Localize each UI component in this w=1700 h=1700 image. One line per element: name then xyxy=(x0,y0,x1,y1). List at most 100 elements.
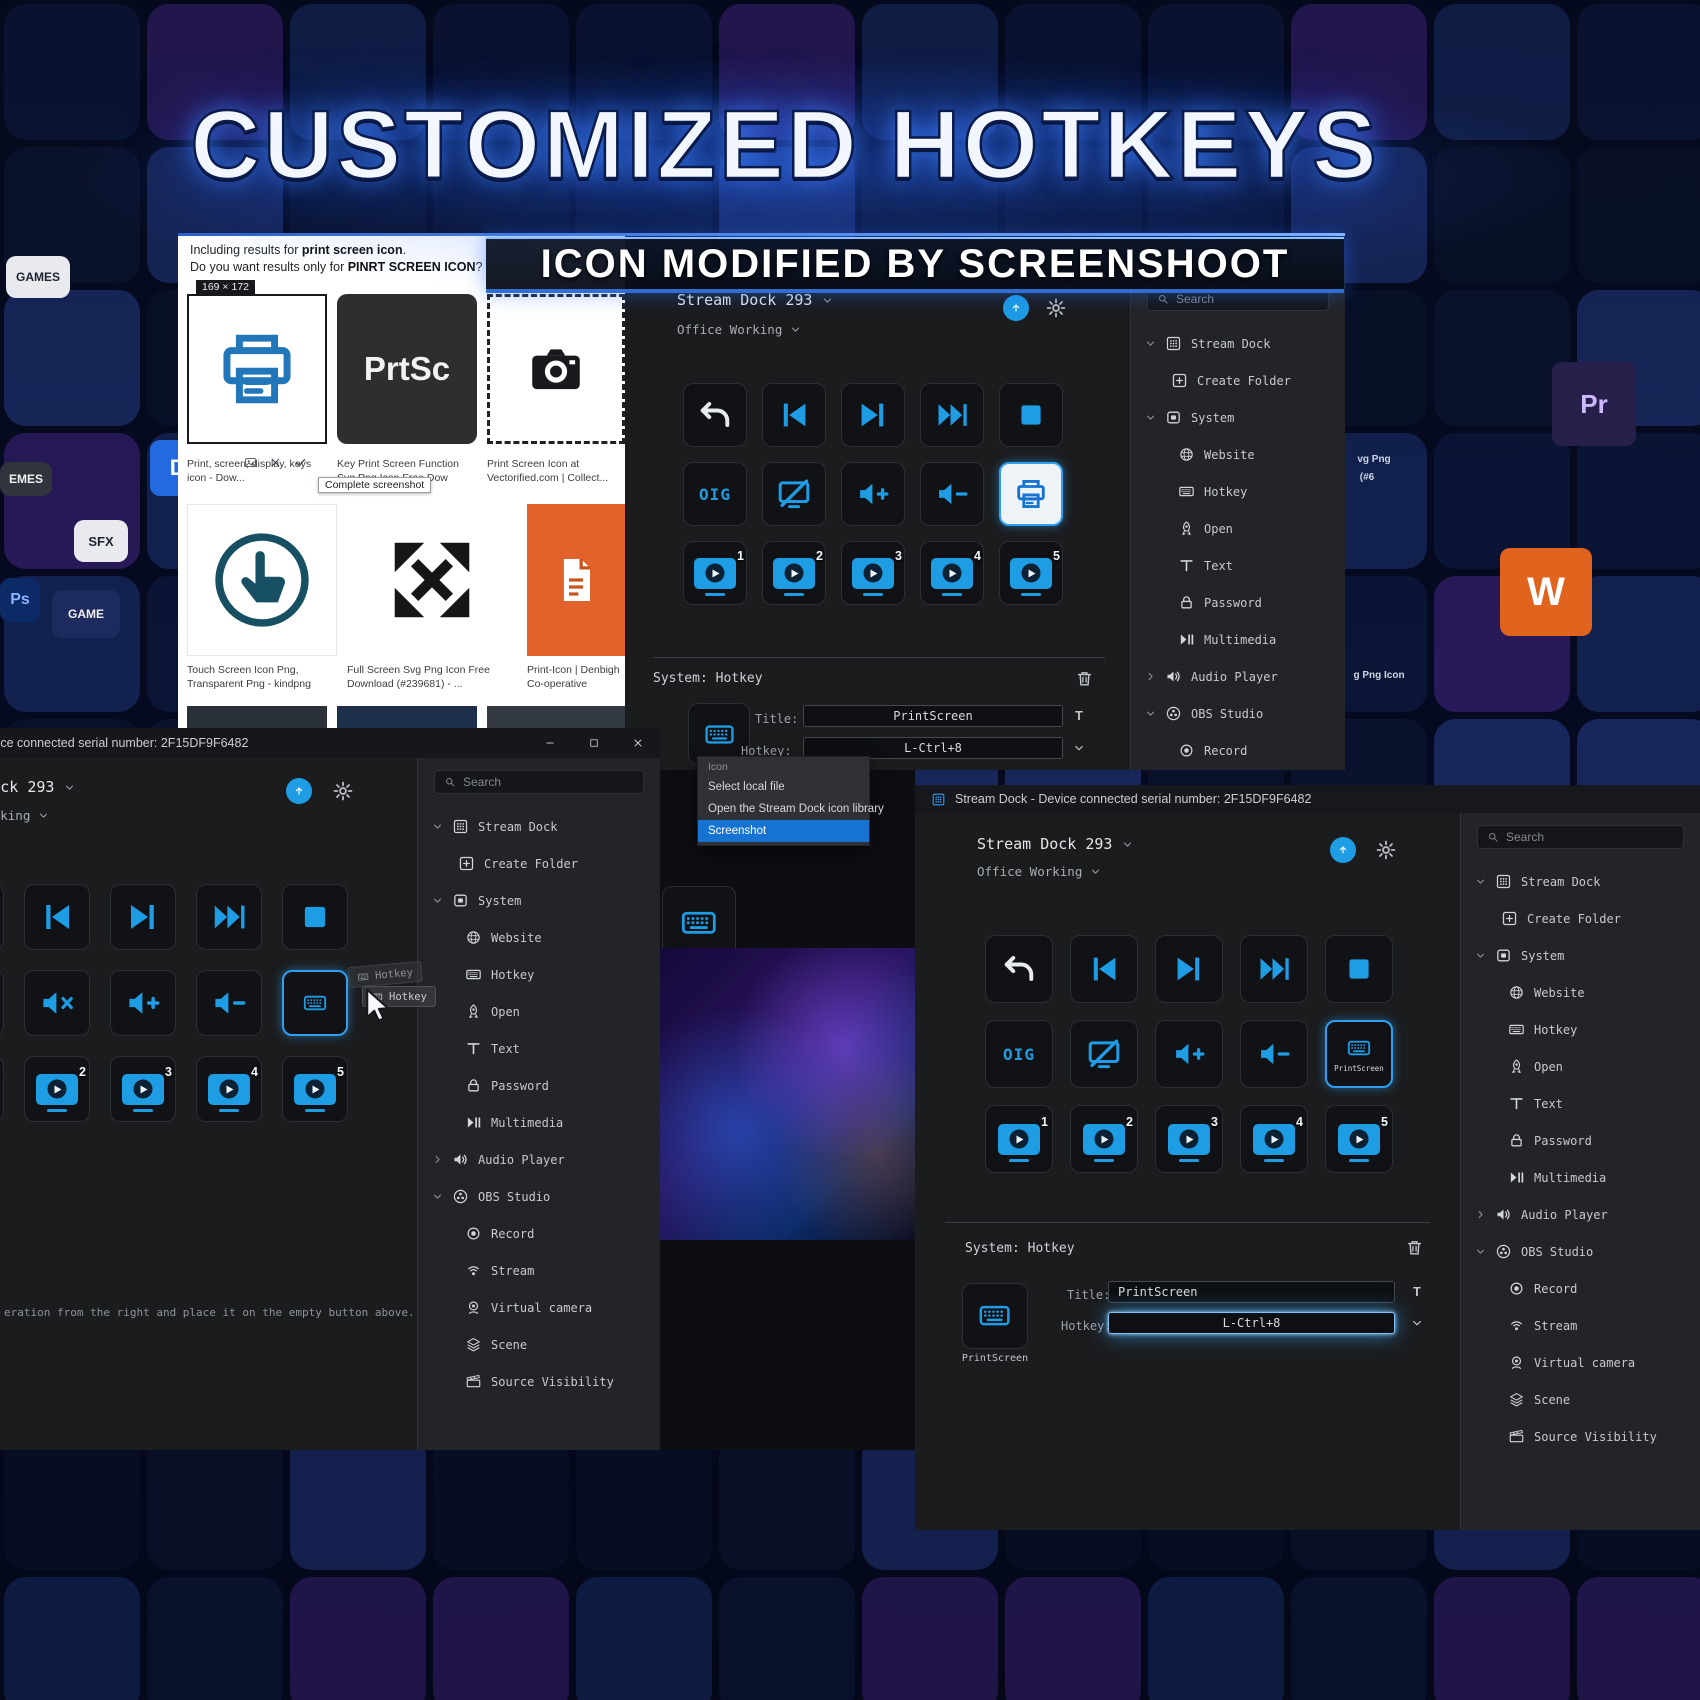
sidebar-item-record[interactable]: Record xyxy=(1131,732,1345,769)
settings-button[interactable] xyxy=(332,780,354,802)
key-screen-off[interactable] xyxy=(762,462,826,526)
sidebar-item-website[interactable]: Website xyxy=(1461,974,1700,1011)
sidebar-item-multimedia[interactable]: Multimedia xyxy=(418,1104,660,1141)
sidebar-item-system[interactable]: System xyxy=(1461,937,1700,974)
sidebar-item-obs-studio[interactable]: OBS Studio xyxy=(418,1178,660,1215)
sidebar-item-hotkey[interactable]: Hotkey xyxy=(418,956,660,993)
key-volume-down[interactable] xyxy=(920,462,984,526)
sidebar-item-website[interactable]: Website xyxy=(418,919,660,956)
key-video-3[interactable]: 3 xyxy=(841,541,905,605)
key-stop[interactable] xyxy=(999,383,1063,447)
key-video-5[interactable]: 5 xyxy=(1325,1105,1393,1173)
key-volume-up[interactable] xyxy=(1155,1020,1223,1088)
key-video-2[interactable]: 2 xyxy=(24,1056,90,1122)
upload-button[interactable] xyxy=(1330,837,1356,863)
key-video-4[interactable]: 4 xyxy=(1240,1105,1308,1173)
key-undo[interactable] xyxy=(683,383,747,447)
key-video-4[interactable]: 4 xyxy=(196,1056,262,1122)
result-tile-print-orange[interactable] xyxy=(527,504,625,656)
sidebar-item-hotkey[interactable]: Hotkey xyxy=(1131,473,1345,510)
device-selector[interactable]: Stream Dock 293 xyxy=(0,778,75,796)
key-skip-end[interactable] xyxy=(920,383,984,447)
sidebar-item-create-folder[interactable]: Create Folder xyxy=(418,845,660,882)
settings-button[interactable] xyxy=(1045,297,1067,319)
sidebar-item-text[interactable]: Text xyxy=(1131,547,1345,584)
sidebar-item-virtual-camera[interactable]: Virtual camera xyxy=(418,1289,660,1326)
menu-item-screenshot[interactable]: Screenshot xyxy=(698,820,869,842)
sidebar-item-stream-dock[interactable]: Stream Dock xyxy=(1131,325,1345,362)
sidebar-item-password[interactable]: Password xyxy=(418,1067,660,1104)
sidebar-item-create-folder[interactable]: Create Folder xyxy=(1131,362,1345,399)
delete-button[interactable] xyxy=(1075,669,1094,688)
key-screen-off[interactable] xyxy=(1070,1020,1138,1088)
key-video-1[interactable]: 1 xyxy=(0,1056,4,1122)
sidebar-search[interactable]: Search xyxy=(434,770,644,794)
key-next-track[interactable] xyxy=(841,383,905,447)
key-stop[interactable] xyxy=(282,884,348,950)
sidebar-item-hotkey[interactable]: Hotkey xyxy=(1461,1011,1700,1048)
profile-selector[interactable]: Office Working xyxy=(977,864,1101,879)
sidebar-item-obs-studio[interactable]: OBS Studio xyxy=(1461,1233,1700,1270)
key-volume-down[interactable] xyxy=(196,970,262,1036)
hotkey-input[interactable]: L-Ctrl+8 xyxy=(1108,1312,1395,1334)
search-results-line2[interactable]: Do you want results only for PINRT SCREE… xyxy=(190,260,482,274)
key-video-3[interactable]: 3 xyxy=(1155,1105,1223,1173)
key-skip-end[interactable] xyxy=(1240,935,1308,1003)
key-video-2[interactable]: 2 xyxy=(762,541,826,605)
sidebar-item-source-visibility[interactable]: Source Visibility xyxy=(418,1363,660,1400)
sidebar-item-scene[interactable]: Scene xyxy=(1461,1381,1700,1418)
titlebar[interactable]: Stream Dock - Device connected serial nu… xyxy=(915,785,1700,813)
upload-button[interactable] xyxy=(286,778,312,804)
result-tile-prtsc[interactable]: PrtSc xyxy=(337,294,477,444)
delete-button[interactable] xyxy=(1405,1238,1424,1257)
menu-item-select-local-file[interactable]: Select local file xyxy=(698,776,869,798)
sidebar-item-system[interactable]: System xyxy=(418,882,660,919)
sidebar-item-record[interactable]: Record xyxy=(1461,1270,1700,1307)
sidebar-item-open[interactable]: Open xyxy=(1131,510,1345,547)
sidebar-item-system[interactable]: System xyxy=(1131,399,1345,436)
sidebar-item-virtual-camera[interactable]: Virtual camera xyxy=(1461,1344,1700,1381)
sidebar-item-audio-player[interactable]: Audio Player xyxy=(1461,1196,1700,1233)
key-video-1[interactable]: 1 xyxy=(985,1105,1053,1173)
key-next-track[interactable] xyxy=(1155,935,1223,1003)
key-previous-track[interactable] xyxy=(762,383,826,447)
profile-selector[interactable]: Office Working xyxy=(677,322,801,337)
key-mute[interactable] xyxy=(24,970,90,1036)
sidebar-item-audio-player[interactable]: Audio Player xyxy=(418,1141,660,1178)
sidebar-item-scene[interactable]: Scene xyxy=(418,1326,660,1363)
key-volume-up[interactable] xyxy=(110,970,176,1036)
key-previous-track[interactable] xyxy=(24,884,90,950)
sidebar-item-open[interactable]: Open xyxy=(1461,1048,1700,1085)
title-input[interactable]: PrintScreen xyxy=(803,705,1063,727)
sidebar-item-audio-player[interactable]: Audio Player xyxy=(1131,658,1345,695)
sidebar-item-open[interactable]: Open xyxy=(418,993,660,1030)
text-style-button[interactable]: T xyxy=(1071,708,1087,724)
sidebar-item-obs-studio[interactable]: OBS Studio xyxy=(1131,695,1345,732)
key-video-3[interactable]: 3 xyxy=(110,1056,176,1122)
key-printscreen[interactable]: PrintScreen xyxy=(1325,1020,1393,1088)
result-tile-printer[interactable] xyxy=(187,294,327,444)
sidebar-item-password[interactable]: Password xyxy=(1131,584,1345,621)
sidebar-item-stream[interactable]: Stream xyxy=(1461,1307,1700,1344)
key-undo[interactable] xyxy=(985,935,1053,1003)
hotkey-dropdown-button[interactable] xyxy=(1071,740,1087,756)
key-oig[interactable]: OIG xyxy=(0,970,4,1036)
title-input[interactable]: PrintScreen xyxy=(1108,1281,1395,1303)
settings-button[interactable] xyxy=(1375,839,1397,861)
sidebar-item-text[interactable]: Text xyxy=(418,1030,660,1067)
key-hotkey-drop-target[interactable] xyxy=(282,970,348,1036)
profile-selector[interactable]: Office Working xyxy=(0,808,49,823)
key-next-track[interactable] xyxy=(110,884,176,950)
key-video-5[interactable]: 5 xyxy=(282,1056,348,1122)
key-video-2[interactable]: 2 xyxy=(1070,1105,1138,1173)
device-selector[interactable]: Stream Dock 293 xyxy=(977,835,1133,853)
key-video-1[interactable]: 1 xyxy=(683,541,747,605)
sidebar-item-multimedia[interactable]: Multimedia xyxy=(1131,621,1345,658)
sidebar-item-stream[interactable]: Stream xyxy=(1131,769,1345,770)
text-style-button[interactable]: T xyxy=(1409,1284,1425,1300)
sidebar-item-password[interactable]: Password xyxy=(1461,1122,1700,1159)
sidebar-item-multimedia[interactable]: Multimedia xyxy=(1461,1159,1700,1196)
sidebar-item-website[interactable]: Website xyxy=(1131,436,1345,473)
close-button[interactable] xyxy=(616,728,660,758)
sidebar-item-source-visibility[interactable]: Source Visibility xyxy=(1461,1418,1700,1455)
